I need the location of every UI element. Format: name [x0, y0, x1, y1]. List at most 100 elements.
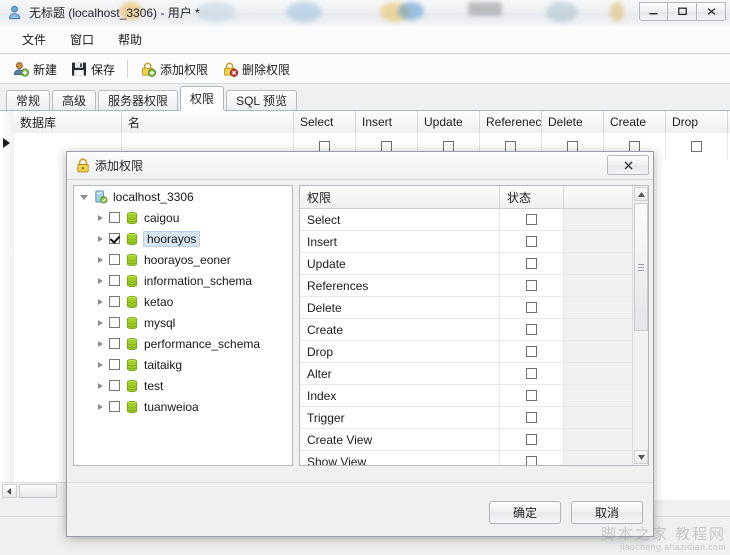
ok-button[interactable]: 确定 [489, 501, 561, 524]
grid-cell-drop[interactable] [666, 133, 728, 160]
tree-checkbox[interactable] [109, 401, 120, 412]
privilege-state[interactable] [500, 385, 564, 406]
tree-item-taitaikg[interactable]: taitaikg [74, 354, 292, 375]
tree-checkbox[interactable] [109, 275, 120, 286]
privilege-checkbox[interactable] [526, 324, 537, 335]
privilege-list-scrollbar[interactable] [632, 186, 648, 465]
add-privilege-button[interactable]: 添加权限 [133, 59, 215, 80]
chevron-right-icon[interactable] [98, 256, 103, 263]
grid-header-name[interactable]: 名 [122, 111, 294, 133]
privilege-checkbox[interactable] [526, 456, 537, 465]
tree-checkbox[interactable] [109, 380, 120, 391]
privilege-state[interactable] [500, 363, 564, 384]
list-item[interactable]: Insert [300, 231, 648, 253]
chevron-right-icon[interactable] [98, 298, 103, 305]
chevron-right-icon[interactable] [98, 361, 103, 368]
tree-checkbox[interactable] [109, 359, 120, 370]
grid-header-create[interactable]: Create [604, 111, 666, 133]
privilege-checkbox[interactable] [526, 412, 537, 423]
list-item[interactable]: Drop [300, 341, 648, 363]
tree-item-hoorayos-eoner[interactable]: hoorayos_eoner [74, 249, 292, 270]
delete-privilege-button[interactable]: 删除权限 [215, 59, 297, 80]
list-item[interactable]: Create View [300, 429, 648, 451]
maximize-button[interactable] [668, 2, 697, 21]
list-item[interactable]: References [300, 275, 648, 297]
grid-header-database[interactable]: 数据库 [14, 111, 122, 133]
horizontal-scroll-thumb[interactable] [19, 484, 57, 498]
chevron-right-icon[interactable] [98, 214, 103, 221]
privilege-checkbox[interactable] [526, 236, 537, 247]
scroll-up-button[interactable] [634, 187, 648, 201]
tree-item-tuanweioa[interactable]: tuanweioa [74, 396, 292, 417]
list-item[interactable]: Select [300, 209, 648, 231]
chevron-right-icon[interactable] [98, 319, 103, 326]
privilege-state[interactable] [500, 275, 564, 296]
grid-header-insert[interactable]: Insert [356, 111, 418, 133]
chevron-right-icon[interactable] [98, 382, 103, 389]
tree-checkbox[interactable] [109, 296, 120, 307]
privilege-checkbox[interactable] [526, 434, 537, 445]
privilege-list[interactable]: 权限 状态 Select Insert Update References De… [299, 185, 649, 466]
privilege-checkbox[interactable] [526, 258, 537, 269]
menu-item-window[interactable]: 窗口 [58, 28, 106, 51]
list-item[interactable]: Delete [300, 297, 648, 319]
scroll-left-button[interactable] [2, 484, 17, 498]
chevron-right-icon[interactable] [98, 403, 103, 410]
privilege-checkbox[interactable] [526, 302, 537, 313]
privilege-checkbox[interactable] [526, 214, 537, 225]
privilege-state[interactable] [500, 407, 564, 428]
chevron-right-icon[interactable] [98, 340, 103, 347]
tree-item-test[interactable]: test [74, 375, 292, 396]
list-item[interactable]: Alter [300, 363, 648, 385]
privilege-state[interactable] [500, 319, 564, 340]
tree-checkbox[interactable] [109, 233, 120, 244]
chevron-right-icon[interactable] [98, 277, 103, 284]
minimize-button[interactable] [639, 2, 668, 21]
grid-header-referenece[interactable]: Referenece [480, 111, 542, 133]
privilege-checkbox[interactable] [526, 368, 537, 379]
privilege-header-state[interactable]: 状态 [500, 186, 564, 208]
tree-item-information-schema[interactable]: information_schema [74, 270, 292, 291]
tree-item-performance-schema[interactable]: performance_schema [74, 333, 292, 354]
tree-item-mysql[interactable]: mysql [74, 312, 292, 333]
cancel-button[interactable]: 取消 [571, 501, 643, 524]
tree-item-ketao[interactable]: ketao [74, 291, 292, 312]
privilege-state[interactable] [500, 451, 564, 465]
privilege-state[interactable] [500, 231, 564, 252]
grid-header-delete[interactable]: Delete [542, 111, 604, 133]
list-item[interactable]: Update [300, 253, 648, 275]
list-item[interactable]: Trigger [300, 407, 648, 429]
tree-checkbox[interactable] [109, 254, 120, 265]
list-item[interactable]: Create [300, 319, 648, 341]
tab-advanced[interactable]: 高级 [52, 90, 97, 110]
privilege-checkbox[interactable] [526, 390, 537, 401]
tree-checkbox[interactable] [109, 317, 120, 328]
list-item[interactable]: Show View [300, 451, 648, 465]
privilege-state[interactable] [500, 209, 564, 230]
tree-node-root[interactable]: localhost_3306 [74, 186, 292, 207]
privilege-state[interactable] [500, 253, 564, 274]
drop-checkbox[interactable] [691, 141, 702, 152]
tree-item-caigou[interactable]: caigou [74, 207, 292, 228]
grid-header-drop[interactable]: Drop [666, 111, 728, 133]
tab-privileges[interactable]: 权限 [180, 86, 225, 110]
tab-server-privileges[interactable]: 服务器权限 [98, 90, 179, 110]
list-item[interactable]: Index [300, 385, 648, 407]
chevron-down-icon[interactable] [80, 195, 88, 200]
tree-checkbox[interactable] [109, 338, 120, 349]
grid-header-select[interactable]: Select [294, 111, 356, 133]
vertical-scroll-thumb[interactable] [634, 203, 648, 331]
menu-item-file[interactable]: 文件 [10, 28, 58, 51]
new-button[interactable]: 新建 [6, 59, 64, 80]
chevron-right-icon[interactable] [98, 235, 103, 242]
tree-item-hoorayos[interactable]: hoorayos [74, 228, 292, 249]
privilege-header-name[interactable]: 权限 [300, 186, 500, 208]
close-button[interactable] [697, 2, 726, 21]
tree-checkbox[interactable] [109, 212, 120, 223]
menu-item-help[interactable]: 帮助 [106, 28, 154, 51]
save-button[interactable]: 保存 [64, 59, 122, 80]
privilege-state[interactable] [500, 297, 564, 318]
dialog-close-button[interactable] [607, 155, 649, 175]
privilege-checkbox[interactable] [526, 346, 537, 357]
grid-header-update[interactable]: Update [418, 111, 480, 133]
